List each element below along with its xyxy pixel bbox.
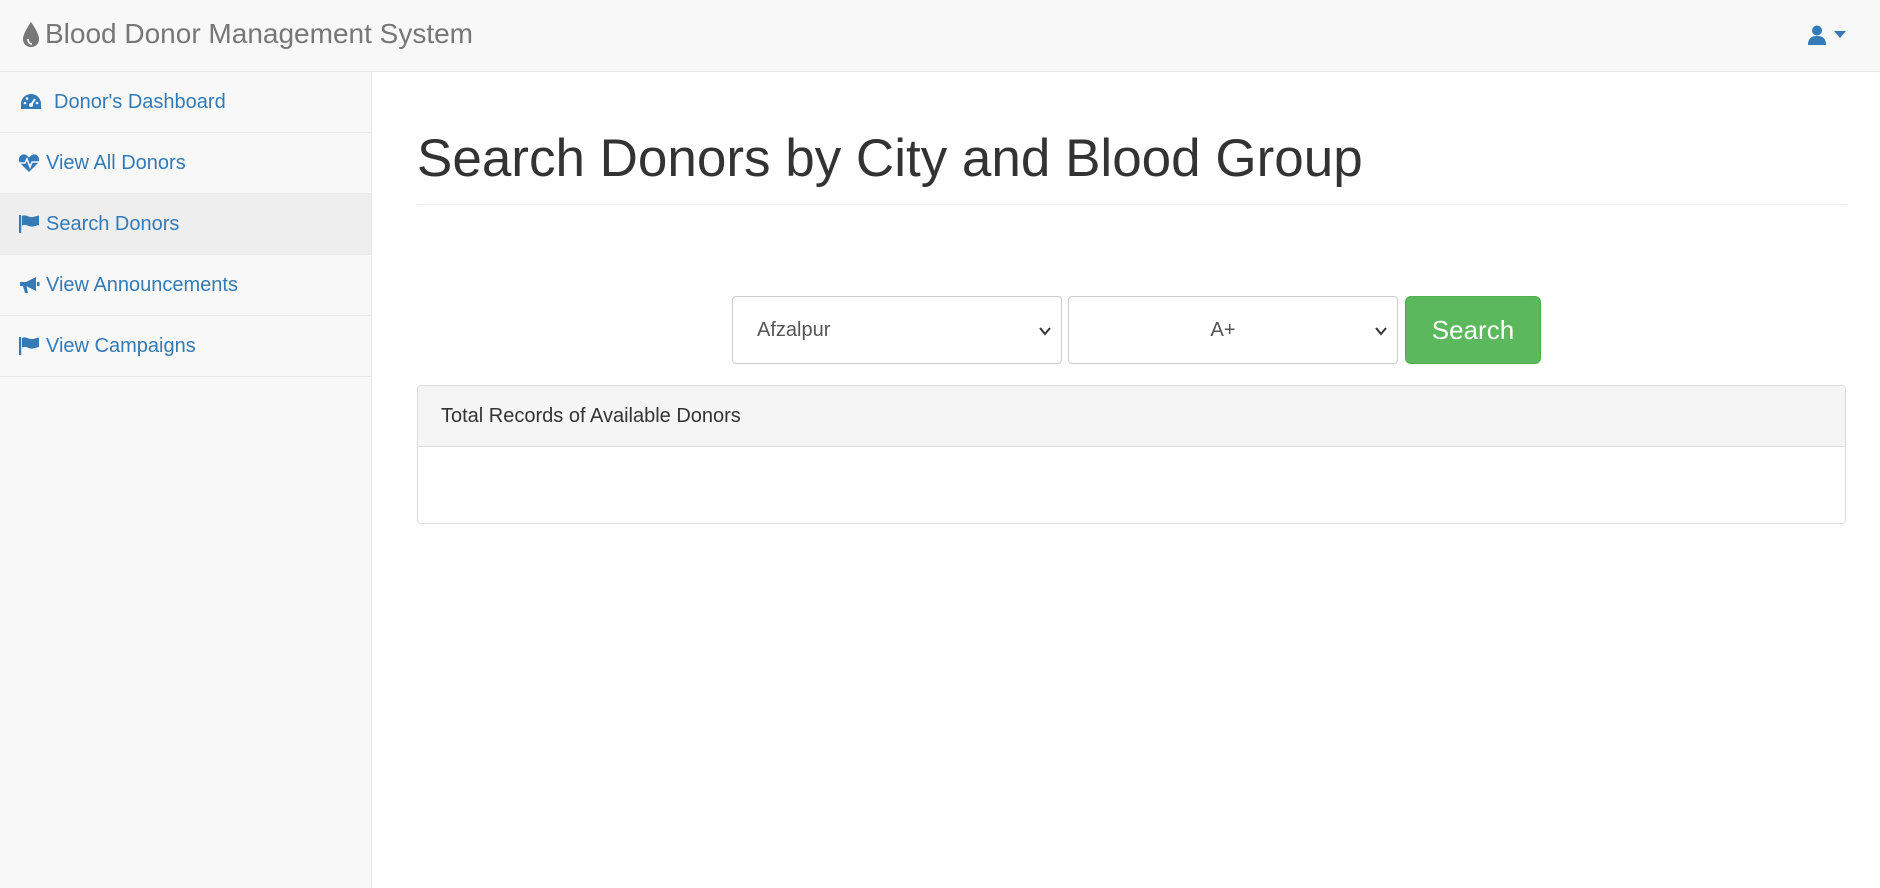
blood-group-select[interactable]: A+ — [1068, 296, 1398, 364]
sidebar-item-dashboard[interactable]: Donor's Dashboard — [0, 72, 371, 133]
sidebar-item-view-all-donors[interactable]: View All Donors — [0, 133, 371, 194]
user-icon — [1808, 25, 1826, 45]
search-form: Afzalpur A+ Search — [732, 296, 1541, 364]
sidebar-item-label: Search Donors — [46, 212, 180, 235]
heartbeat-icon — [18, 152, 42, 174]
chevron-down-icon — [1039, 327, 1051, 336]
city-select-value: Afzalpur — [757, 318, 831, 341]
dashboard-icon — [20, 91, 50, 113]
sidebar-item-label: View Campaigns — [46, 334, 196, 357]
chevron-down-icon — [1375, 327, 1387, 336]
sidebar-item-label: View Announcements — [46, 273, 238, 296]
results-panel-heading: Total Records of Available Donors — [418, 386, 1845, 447]
brand-link[interactable]: Blood Donor Management System — [20, 18, 473, 50]
results-panel: Total Records of Available Donors — [417, 385, 1846, 524]
sidebar-item-view-announcements[interactable]: View Announcements — [0, 255, 371, 316]
city-select[interactable]: Afzalpur — [732, 296, 1062, 364]
flag-icon — [18, 213, 42, 235]
sidebar-item-view-campaigns[interactable]: View Campaigns — [0, 316, 371, 377]
caret-down-icon — [1834, 31, 1846, 38]
blood-group-select-value: A+ — [1210, 318, 1236, 341]
blood-drop-icon — [23, 22, 39, 47]
user-menu-toggle[interactable] — [1808, 22, 1846, 48]
search-button[interactable]: Search — [1405, 296, 1541, 364]
sidebar-item-label: View All Donors — [46, 151, 186, 174]
sidebar-item-label: Donor's Dashboard — [54, 90, 226, 113]
brand-title: Blood Donor Management System — [45, 18, 473, 49]
flag-icon — [18, 335, 42, 357]
page-title: Search Donors by City and Blood Group — [417, 129, 1847, 206]
sidebar-item-search-donors[interactable]: Search Donors — [0, 194, 371, 255]
main-content: Search Donors by City and Blood Group Af… — [417, 72, 1847, 524]
top-navbar: Blood Donor Management System — [0, 0, 1880, 72]
bullhorn-icon — [18, 274, 42, 296]
sidebar: Donor's Dashboard View All Donors Search… — [0, 72, 372, 888]
